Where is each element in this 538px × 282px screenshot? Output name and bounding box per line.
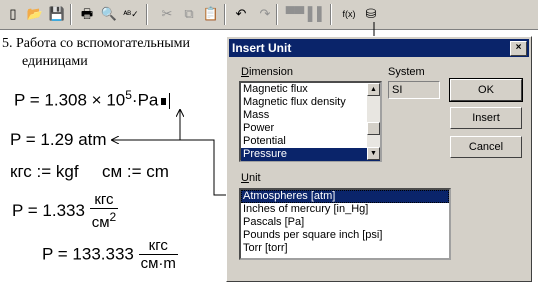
unit-label-accel: U — [241, 172, 249, 184]
dimension-item[interactable]: Magnetic flux — [241, 83, 380, 96]
equation-pressure-atm[interactable]: P = 1.29 atm — [10, 130, 107, 150]
eq4-denominator: см2 — [90, 209, 119, 231]
unit-item[interactable]: Pascals [Pa] — [241, 216, 449, 229]
dimension-item[interactable]: Magnetic flux density — [241, 96, 380, 109]
insert-button[interactable]: Insert — [450, 107, 522, 129]
system-field[interactable]: SI — [388, 81, 440, 99]
eq4-fraction: кгс см2 — [89, 191, 119, 231]
heading-line-1: 5. Работа со вспомогательными — [2, 36, 191, 51]
copy-icon[interactable]: ⧉ — [180, 5, 198, 23]
dialog-title-bar[interactable]: Insert Unit × — [229, 39, 529, 57]
cut-icon[interactable]: ✂ — [158, 5, 176, 23]
dimension-item[interactable]: Pressure — [241, 148, 380, 161]
dimension-list: Magnetic flux Magnetic flux density Mass Po… — [241, 83, 380, 161]
eq1-rhs: ·Pa — [131, 90, 159, 110]
scroll-down-icon[interactable]: ▼ — [367, 147, 380, 160]
insert-unit-icon[interactable]: ⛁ — [362, 5, 380, 23]
unit-label: Unit — [241, 172, 261, 184]
unit-listbox[interactable]: Atmospheres [atm] Inches of mercury [in_H… — [239, 188, 451, 260]
unit-item[interactable]: Inches of mercury [in_Hg] — [241, 203, 449, 216]
eq5-lhs: P = 133.333 — [42, 244, 134, 264]
print-preview-icon[interactable]: 🔍 — [100, 5, 118, 23]
definition-kgs[interactable]: кгс := kgf — [10, 162, 79, 182]
unit-item[interactable]: Atmospheres [atm] — [241, 190, 449, 203]
toolbar-separator — [70, 4, 72, 25]
equation-pressure-kgs-sm-m[interactable]: P = 133.333 кгс см·m — [42, 237, 178, 272]
eq1-exponent: 5 — [125, 88, 132, 102]
toolbar-separator — [224, 4, 226, 25]
system-label: System — [388, 66, 425, 78]
open-folder-icon[interactable]: 📂 — [26, 5, 44, 23]
heading-line-2: единицами — [22, 54, 88, 69]
close-icon[interactable]: × — [510, 41, 527, 56]
redo-icon[interactable]: ↷ — [256, 5, 274, 23]
scroll-thumb[interactable] — [367, 122, 380, 135]
insert-unit-dialog: Insert Unit × Dimension System Magnetic … — [226, 36, 532, 282]
scroll-up-icon[interactable]: ▲ — [367, 83, 380, 96]
eq5-fraction: кгс см·m — [138, 237, 178, 272]
save-icon[interactable]: 💾 — [48, 5, 66, 23]
unit-placeholder[interactable] — [161, 97, 167, 105]
toolbar-separator — [276, 4, 278, 25]
equation-pressure-pa[interactable]: P = 1.308 × 105·Pa — [14, 88, 171, 111]
ok-button[interactable]: OK — [449, 78, 523, 102]
cancel-button[interactable]: Cancel — [450, 136, 522, 158]
eq5-denominator: см·m — [140, 255, 176, 272]
align-across-icon[interactable]: ▀▀ — [286, 5, 304, 23]
dimension-label-rest: imension — [248, 66, 293, 78]
toolbar-separator — [330, 4, 332, 25]
unit-item[interactable]: Torr [torr] — [241, 242, 449, 255]
unit-list: Atmospheres [atm] Inches of mercury [in_H… — [241, 190, 449, 255]
dimension-item[interactable]: Mass — [241, 109, 380, 122]
dimension-item[interactable]: Potential — [241, 135, 380, 148]
eq4-numerator: кгс — [89, 191, 119, 209]
eq5-numerator: кгс — [138, 237, 178, 255]
insert-function-icon[interactable]: f(x) — [340, 5, 358, 23]
edit-cursor — [169, 93, 171, 110]
toolbar-separator — [146, 4, 148, 25]
unit-label-rest: nit — [248, 172, 261, 184]
eq1-lhs: P = 1.308 × 10 — [14, 90, 126, 110]
section-heading: 5. Работа со вспомогательными единицами — [2, 35, 190, 71]
dialog-title: Insert Unit — [232, 41, 292, 55]
dimension-label-accel: D — [241, 66, 249, 78]
eq4-den-exponent: 2 — [109, 210, 117, 224]
spell-check-icon[interactable]: ᴬᴮ✓ — [122, 5, 140, 23]
align-down-icon[interactable]: ▌▌ — [308, 5, 326, 23]
new-document-icon[interactable]: ▯ — [4, 5, 22, 23]
toolbar: ▯ 📂 💾 🖶 🔍 ᴬᴮ✓ ✂ ⧉ 📋 ↶ ↷ ▀▀ ▌▌ f(x) ⛁ — [0, 0, 538, 30]
definition-sm[interactable]: см := cm — [102, 162, 169, 182]
eq4-den-unit: см — [91, 214, 110, 231]
unit-item[interactable]: Pounds per square inch [psi] — [241, 229, 449, 242]
dimension-item[interactable]: Power — [241, 122, 380, 135]
dimension-label: Dimension — [241, 66, 293, 78]
dimension-scrollbar[interactable]: ▲ ▼ — [367, 83, 380, 160]
print-icon[interactable]: 🖶 — [78, 5, 96, 23]
eq4-lhs: P = 1.333 — [12, 201, 85, 220]
equation-pressure-kgs-sm2[interactable]: P = 1.333 кгс см2 — [12, 191, 119, 231]
undo-icon[interactable]: ↶ — [232, 5, 250, 23]
paste-icon[interactable]: 📋 — [202, 5, 220, 23]
dimension-listbox[interactable]: Magnetic flux Magnetic flux density Mass Po… — [239, 81, 382, 162]
